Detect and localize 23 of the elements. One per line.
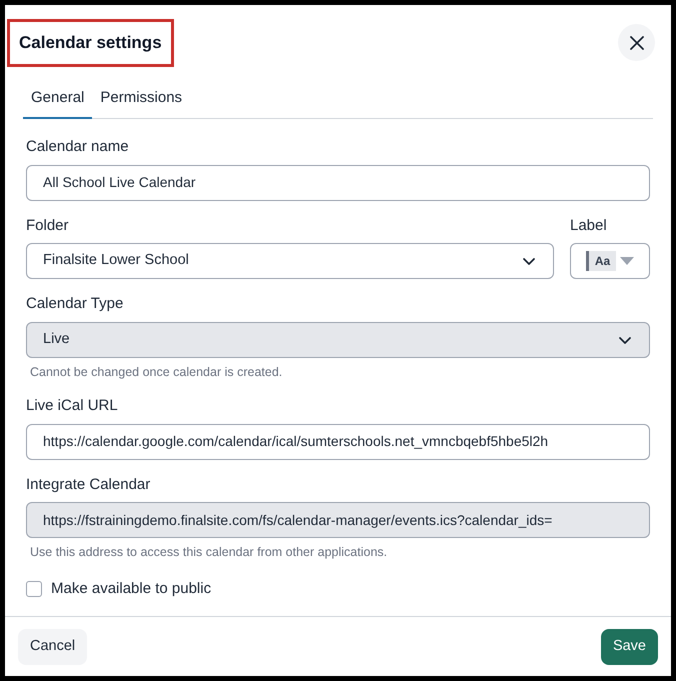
help-text: Use this address to access this calendar from other applications.	[30, 544, 388, 562]
close-button[interactable]	[618, 24, 655, 62]
field-label: Label	[570, 216, 608, 236]
text-field[interactable]: All School Live Calendar	[26, 164, 650, 200]
dialog-title: Calendar settings	[7, 19, 174, 66]
field-label: Integrate Calendar	[26, 474, 152, 495]
checkbox-label: Make available to public	[51, 579, 212, 599]
label-picker[interactable]: Aa	[570, 243, 650, 279]
field-label: Calendar Type	[26, 294, 124, 314]
close-icon	[630, 36, 644, 50]
tab[interactable]: General	[23, 86, 92, 119]
save-button[interactable]: Save	[600, 628, 658, 664]
field-label: Folder	[26, 216, 70, 236]
field-label: Calendar name	[26, 137, 130, 157]
select-dropdown[interactable]: Finalsite Lower School	[26, 243, 554, 279]
label-swatch: Aa	[586, 251, 616, 271]
caret-down-icon	[620, 257, 634, 265]
checkbox[interactable]	[26, 581, 42, 598]
text-field[interactable]: https://calendar.google.com/calendar/ical/sumterschools.net_vmncbqebf5hbe5l2h	[26, 424, 650, 460]
help-text: Cannot be changed once calendar is created.	[30, 364, 284, 381]
field-label: Live iCal URL	[26, 396, 119, 416]
cancel-button[interactable]: Cancel	[18, 628, 88, 664]
tab[interactable]: Permissions	[92, 86, 190, 119]
